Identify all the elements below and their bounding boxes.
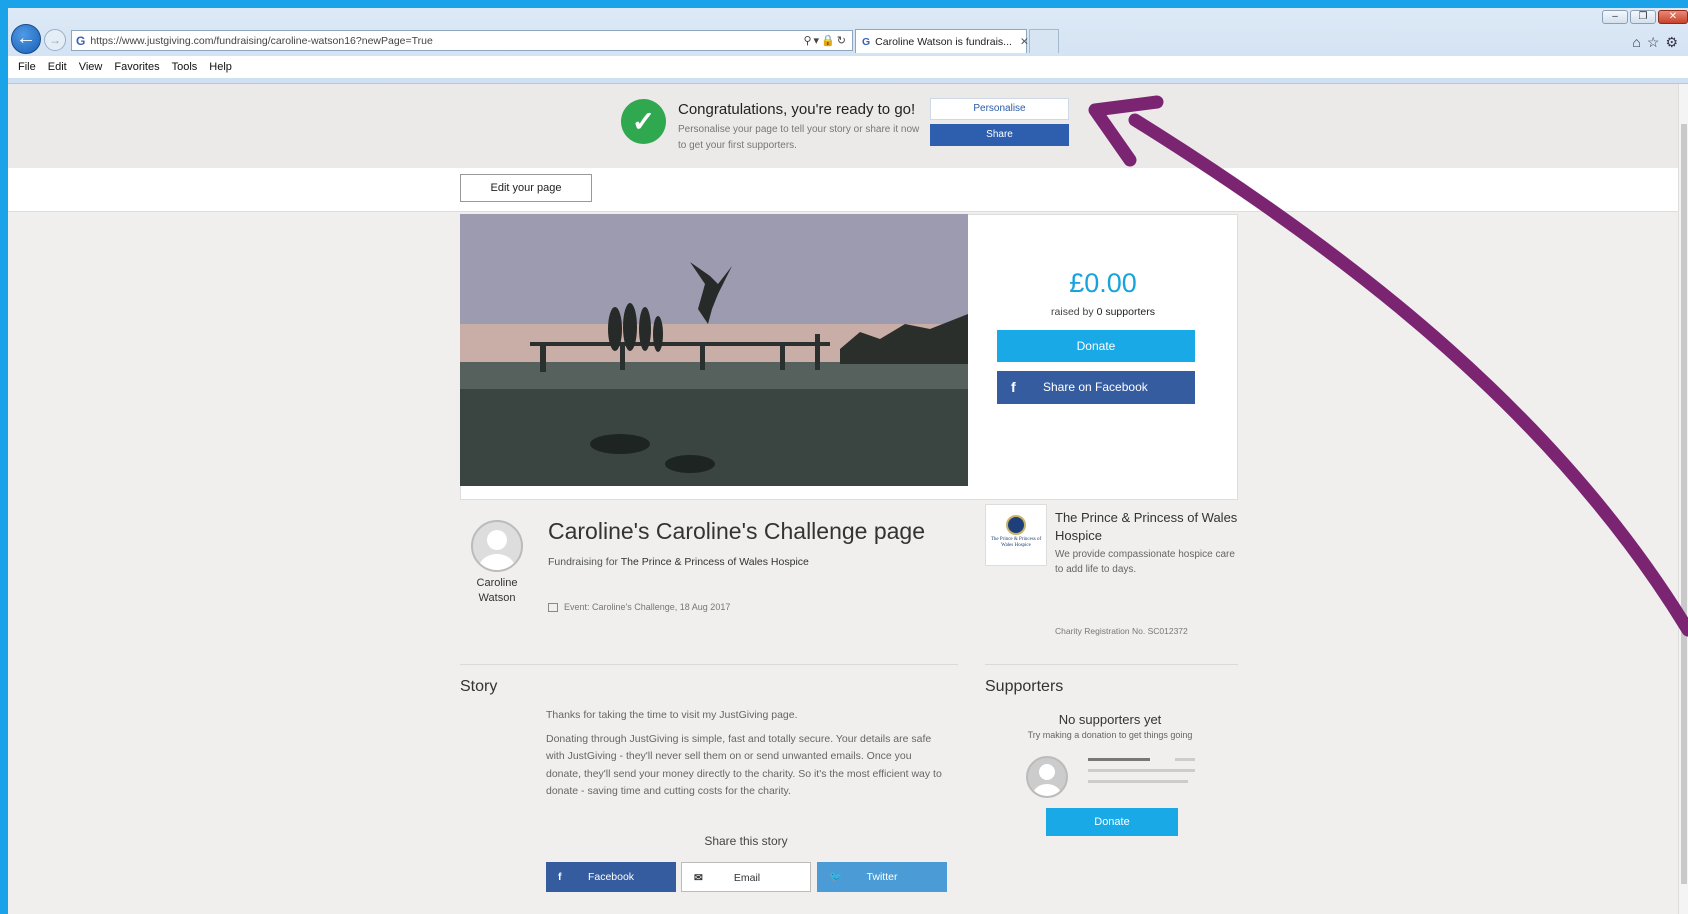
maximize-button[interactable]: ❐ [1630, 10, 1656, 24]
settings-gear-icon[interactable]: ⚙ [1665, 34, 1684, 50]
facebook-icon: f [1011, 379, 1016, 395]
browser-toolbar-icons: ⌂☆⚙ [1632, 34, 1684, 51]
browser-window: – ❐ ✕ ← → G https://www.justgiving.com/f… [8, 8, 1688, 914]
raised-prefix: raised by [1051, 306, 1097, 318]
avatar-person-icon [479, 530, 515, 570]
owner-last-name: Watson [478, 592, 516, 604]
menu-edit[interactable]: Edit [48, 61, 67, 73]
share-facebook-button[interactable]: f Share on Facebook [997, 371, 1195, 404]
share-email-label: Email [733, 872, 761, 884]
banner-subtitle: Personalise your page to tell your story… [678, 124, 920, 151]
share-story-email-button[interactable]: ✉ Email [681, 862, 811, 892]
amount-raised: £0.00 [1069, 268, 1137, 298]
home-icon[interactable]: ⌂ [1632, 34, 1646, 50]
checkmark-icon: ✓ [621, 99, 666, 144]
page-title: Caroline's Caroline's Challenge page [548, 518, 926, 544]
hero-footer [460, 486, 1238, 500]
menu-file[interactable]: File [18, 61, 36, 73]
browser-chrome: – ❐ ✕ ← → G https://www.justgiving.com/f… [8, 8, 1688, 84]
share-facebook-label: Share on Facebook [1043, 380, 1148, 394]
browser-tab[interactable]: G Caroline Watson is fundrais... ✕ [855, 29, 1029, 53]
menu-tools[interactable]: Tools [172, 61, 198, 73]
page-scrollbar[interactable] [1678, 84, 1688, 914]
story-heading: Story [460, 678, 498, 695]
web-page: ✓ Congratulations, you're ready to go! P… [8, 84, 1678, 914]
share-story-twitter-button[interactable]: 🐦 Twitter [817, 862, 947, 892]
supporters-heading: Supporters [985, 678, 1064, 695]
supporters-donate-button[interactable]: Donate [1046, 808, 1178, 836]
tab-close-icon[interactable]: ✕ [1020, 36, 1029, 48]
placeholder-line [1088, 780, 1188, 783]
share-twitter-label: Twitter [866, 871, 898, 883]
address-bar[interactable]: G https://www.justgiving.com/fundraising… [71, 30, 853, 51]
address-url[interactable]: https://www.justgiving.com/fundraising/c… [90, 35, 433, 47]
calendar-icon [548, 602, 558, 612]
tab-favicon-icon: G [862, 35, 871, 48]
owner-name: Caroline Watson [460, 576, 534, 606]
address-tools-icon[interactable]: ⚲▾🔒↻ [804, 34, 849, 47]
share-story-title: Share this story [704, 834, 788, 848]
charity-logo[interactable]: The Prince & Princess of Wales Hospice [985, 504, 1047, 566]
share-facebook-label: Facebook [587, 871, 635, 883]
scrollbar-thumb[interactable] [1681, 124, 1687, 884]
event-text: Event: Caroline's Challenge, 18 Aug 2017 [564, 602, 731, 612]
menu-bar: File Edit View Favorites Tools Help [8, 56, 1688, 78]
personalise-button[interactable]: Personalise [930, 98, 1069, 120]
owner-first-name: Caroline [476, 577, 518, 589]
supporters-count: 0 supporters [1096, 306, 1155, 318]
story-paragraph: Thanks for taking the time to visit my J… [546, 709, 798, 721]
fundraising-prefix: Fundraising for [548, 556, 621, 568]
no-supporters-subtitle: Try making a donation to get things goin… [1027, 730, 1193, 740]
cover-photo-scene [460, 214, 968, 486]
cover-photo [460, 214, 968, 486]
placeholder-person-icon [1033, 764, 1061, 796]
event-info: Event: Caroline's Challenge, 18 Aug 2017 [548, 602, 730, 612]
menu-favorites[interactable]: Favorites [114, 61, 159, 73]
charity-link[interactable]: The Prince & Princess of Wales Hospice [621, 556, 809, 568]
placeholder-line [1088, 769, 1195, 772]
fundraising-for: Fundraising for The Prince & Princess of… [548, 556, 809, 568]
favorites-star-icon[interactable]: ☆ [1647, 34, 1666, 50]
close-window-button[interactable]: ✕ [1658, 10, 1688, 24]
supporters-divider [985, 664, 1238, 665]
share-story-facebook-button[interactable]: f Facebook [546, 862, 676, 892]
donate-button[interactable]: Donate [997, 330, 1195, 362]
charity-name[interactable]: The Prince & Princess of Wales Hospice [1055, 509, 1245, 545]
menu-view[interactable]: View [79, 61, 103, 73]
story-text: Thanks for taking the time to visit my J… [546, 707, 946, 807]
charity-registration: Charity Registration No. SC012372 [1055, 626, 1188, 636]
menu-help[interactable]: Help [209, 61, 232, 73]
share-button[interactable]: Share [930, 124, 1069, 146]
tab-title: Caroline Watson is fundrais... [875, 35, 1012, 48]
new-tab-button[interactable] [1029, 29, 1059, 53]
window-controls: – ❐ ✕ [1602, 10, 1688, 24]
charity-logo-text: The Prince & Princess of Wales Hospice [990, 537, 1042, 548]
minimize-button[interactable]: – [1602, 10, 1628, 24]
placeholder-line [1175, 758, 1195, 761]
story-paragraph: Donating through JustGiving is simple, f… [546, 732, 942, 798]
placeholder-avatar [1026, 756, 1068, 798]
banner-title: Congratulations, you're ready to go! [678, 101, 916, 118]
forward-button[interactable]: → [44, 29, 66, 51]
edit-page-button[interactable]: Edit your page [460, 174, 592, 202]
placeholder-line [1088, 758, 1150, 761]
back-button[interactable]: ← [11, 24, 41, 54]
edit-bar [8, 168, 1678, 212]
charity-seal-icon [1006, 515, 1026, 535]
raised-by-text: raised by 0 supporters [968, 306, 1238, 318]
site-favicon-icon: G [76, 33, 86, 48]
no-supporters-title: No supporters yet [1058, 712, 1162, 727]
avatar [471, 520, 523, 572]
story-divider [460, 664, 958, 665]
charity-description: We provide compassionate hospice care to… [1055, 549, 1235, 575]
